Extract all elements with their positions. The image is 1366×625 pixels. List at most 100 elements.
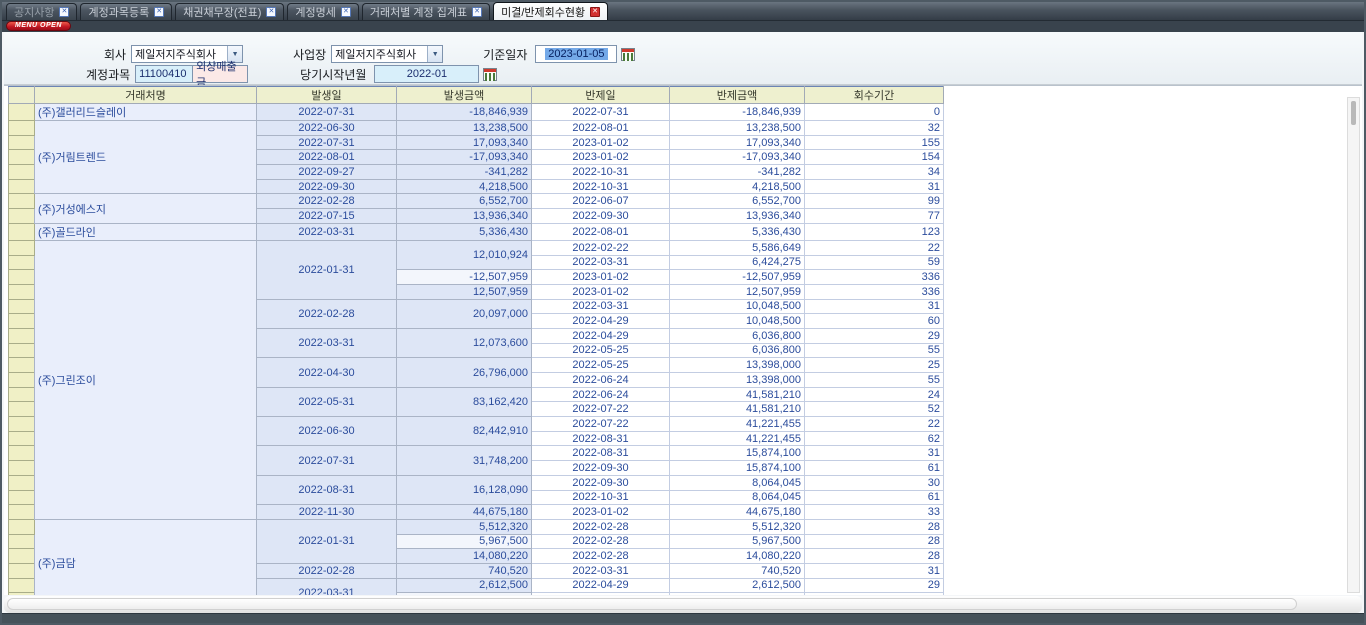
row-selector-cell[interactable] (9, 563, 35, 578)
occurrence-amount-cell: 26,796,000 (397, 358, 532, 387)
tab[interactable]: 미결/반제회수현황✕ (493, 2, 608, 20)
row-selector-cell[interactable] (9, 417, 35, 432)
row-selector-cell[interactable] (9, 314, 35, 329)
account-name-field[interactable]: 외상매출금 (193, 65, 248, 83)
settlement-date-cell: 2022-04-29 (532, 328, 670, 343)
vertical-scrollbar-thumb[interactable] (1351, 101, 1356, 125)
tab-close-icon[interactable]: ✕ (59, 7, 69, 17)
row-selector-cell[interactable] (9, 475, 35, 490)
tab[interactable]: 계정명세✕ (287, 3, 358, 20)
collection-days-cell: 62 (805, 431, 944, 446)
row-selector-cell[interactable] (9, 490, 35, 505)
table-header-row: 거래처명 발생일 발생금액 반제일 반제금액 회수기간 (9, 87, 944, 104)
tab-close-icon[interactable]: ✕ (154, 7, 164, 17)
site-label: 사업장 (293, 46, 326, 63)
settlement-date-cell: 2022-08-01 (532, 223, 670, 240)
settlement-date-cell: 2022-03-31 (532, 255, 670, 270)
collection-days-cell: 31 (805, 179, 944, 194)
row-selector-cell[interactable] (9, 179, 35, 194)
collection-days-cell: 52 (805, 402, 944, 417)
menu-open-button[interactable]: MENU OPEN (6, 21, 71, 31)
occurrence-amount-cell: 5,512,320 (397, 519, 532, 534)
row-selector-cell[interactable] (9, 431, 35, 446)
horizontal-scrollbar[interactable] (4, 596, 1362, 613)
row-selector-cell[interactable] (9, 150, 35, 165)
tab[interactable]: 거래처별 계정 집계표✕ (362, 3, 490, 20)
settlement-date-cell: 2022-09-30 (532, 209, 670, 224)
row-selector-cell[interactable] (9, 593, 35, 595)
occurrence-amount-cell: 82,442,910 (397, 417, 532, 446)
row-selector-cell[interactable] (9, 165, 35, 180)
row-selector-cell[interactable] (9, 240, 35, 255)
tab-close-icon[interactable]: ✕ (341, 7, 351, 17)
occurrence-date-cell: 2022-01-31 (257, 240, 397, 299)
row-selector-cell[interactable] (9, 534, 35, 549)
row-selector-cell[interactable] (9, 402, 35, 417)
occurrence-date-cell: 2022-07-15 (257, 209, 397, 224)
collection-days-cell: 0 (805, 104, 944, 121)
menu-strip: MENU OPEN (2, 21, 1364, 32)
row-selector-cell[interactable] (9, 373, 35, 388)
row-selector-cell[interactable] (9, 387, 35, 402)
table-row: (주)거성에스지2022-02-286,552,7002022-06-076,5… (9, 194, 944, 209)
calendar-icon[interactable] (483, 68, 497, 81)
row-selector-cell[interactable] (9, 284, 35, 299)
tab[interactable]: 채권채무장(전표)✕ (175, 3, 284, 20)
site-value: 제일저지주식회사 (335, 46, 416, 62)
settlement-amount-cell: 10,048,500 (670, 299, 805, 314)
row-selector-cell[interactable] (9, 270, 35, 285)
period-start-input[interactable]: 2022-01 (374, 65, 479, 83)
occurrence-amount-cell: 31,748,200 (397, 446, 532, 475)
settlement-amount-cell: 41,581,210 (670, 387, 805, 402)
vertical-scrollbar[interactable] (1347, 97, 1360, 593)
row-selector-cell[interactable] (9, 358, 35, 373)
occurrence-date-cell: 2022-07-31 (257, 104, 397, 121)
collection-days-cell: 61 (805, 490, 944, 505)
row-selector-cell[interactable] (9, 135, 35, 150)
collection-days-cell: 25 (805, 358, 944, 373)
row-selector-cell[interactable] (9, 104, 35, 121)
settlement-date-cell: 2023-01-02 (532, 284, 670, 299)
row-selector-cell[interactable] (9, 299, 35, 314)
account-code-input[interactable]: 11100410 (135, 65, 193, 83)
settlement-date-cell: 2022-07-31 (532, 104, 670, 121)
settlement-amount-cell: 2,612,500 (670, 578, 805, 593)
row-selector-cell[interactable] (9, 578, 35, 593)
occurrence-date-cell: 2022-09-27 (257, 165, 397, 180)
calendar-icon[interactable] (621, 48, 635, 61)
row-selector-cell[interactable] (9, 121, 35, 136)
tab-close-icon[interactable]: ✕ (590, 7, 600, 17)
collection-days-cell: 59 (805, 255, 944, 270)
row-selector-cell[interactable] (9, 461, 35, 476)
row-selector-cell[interactable] (9, 549, 35, 564)
occurrence-amount-cell: 16,128,090 (397, 475, 532, 504)
tab-close-icon[interactable]: ✕ (266, 7, 276, 17)
collection-days-cell: 22 (805, 240, 944, 255)
row-selector-cell[interactable] (9, 255, 35, 270)
collection-days-cell: 155 (805, 135, 944, 150)
row-selector-cell[interactable] (9, 505, 35, 520)
row-selector-cell[interactable] (9, 519, 35, 534)
occurrence-amount-cell: -341,282 (397, 165, 532, 180)
collection-days-cell: 77 (805, 209, 944, 224)
occurrence-amount-cell: -18,846,939 (397, 104, 532, 121)
occurrence-date-cell: 2022-11-30 (257, 505, 397, 520)
column-header-settle-amount: 반제금액 (670, 87, 805, 104)
settlement-amount-cell: 13,238,500 (670, 121, 805, 136)
settlement-date-cell: 2022-02-28 (532, 534, 670, 549)
row-selector-cell[interactable] (9, 343, 35, 358)
collection-days-cell: 30 (805, 475, 944, 490)
tab-close-icon[interactable]: ✕ (472, 7, 482, 17)
row-selector-cell[interactable] (9, 223, 35, 240)
horizontal-scrollbar-thumb[interactable] (7, 598, 1297, 610)
tab[interactable]: 계정과목등록✕ (80, 3, 172, 20)
row-selector-cell[interactable] (9, 194, 35, 209)
row-selector-cell[interactable] (9, 328, 35, 343)
row-selector-cell[interactable] (9, 209, 35, 224)
tab[interactable]: 공지사항✕ (6, 3, 77, 20)
base-date-input[interactable]: 2023-01-05 (535, 45, 617, 63)
row-selector-cell[interactable] (9, 446, 35, 461)
site-select[interactable]: 제일저지주식회사 ▼ (331, 45, 443, 63)
status-bar (2, 613, 1364, 623)
occurrence-amount-cell: 44,675,180 (397, 505, 532, 520)
